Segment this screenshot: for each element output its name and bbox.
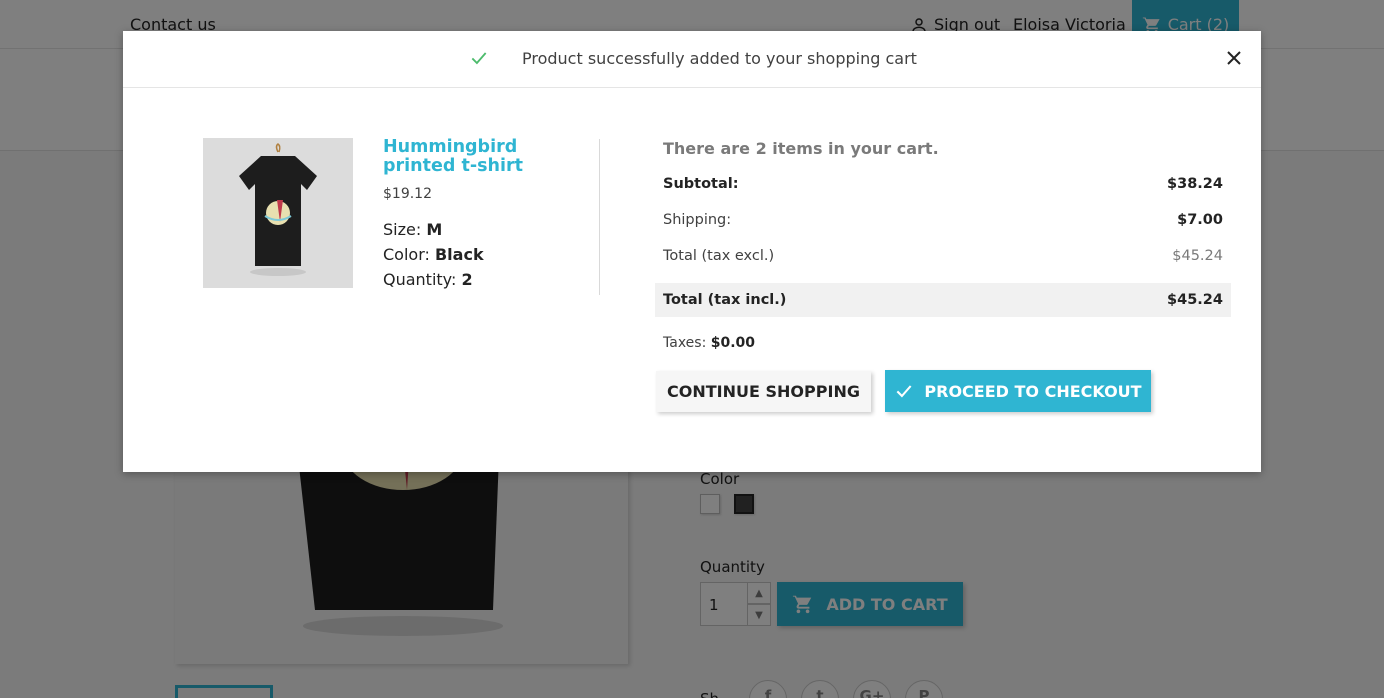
total-excl-row: Total (tax excl.) $45.24 <box>655 239 1231 273</box>
color-value: Black <box>434 245 484 264</box>
modal-title: Product successfully added to your shopp… <box>522 49 917 68</box>
total-excl-value: $45.24 <box>1172 248 1223 264</box>
divider <box>599 139 600 295</box>
cart-product-color: Color: Black <box>383 245 484 264</box>
subtotal-value: $38.24 <box>1167 176 1223 192</box>
subtotal-label: Subtotal: <box>663 176 739 192</box>
check-icon <box>897 385 912 398</box>
size-value: M <box>426 220 443 239</box>
total-incl-value: $45.24 <box>1167 292 1223 308</box>
total-incl-row: Total (tax incl.) $45.24 <box>655 283 1231 317</box>
cart-product-quantity: Quantity: 2 <box>383 270 473 289</box>
color-label: Color: <box>383 245 430 264</box>
cart-product-size: Size: M <box>383 220 442 239</box>
cart-product-price: $19.12 <box>383 186 432 202</box>
continue-shopping-button[interactable]: CONTINUE SHOPPING <box>656 371 871 412</box>
total-excl-label: Total (tax excl.) <box>663 248 775 264</box>
modal-header: Product successfully added to your shopp… <box>123 31 1261 88</box>
size-label: Size: <box>383 220 422 239</box>
close-button[interactable] <box>1223 47 1245 69</box>
shipping-value: $7.00 <box>1177 212 1223 228</box>
cart-product-name: Hummingbird printed t-shirt <box>383 137 523 176</box>
check-icon <box>471 52 487 65</box>
cart-product-image <box>203 138 353 288</box>
total-incl-label: Total (tax incl.) <box>663 292 787 308</box>
shipping-label: Shipping: <box>663 212 732 228</box>
close-icon <box>1227 51 1241 65</box>
cart-item-count: There are 2 items in your cart. <box>663 139 939 158</box>
quantity-label: Quantity: <box>383 270 457 289</box>
shipping-row: Shipping: $7.00 <box>655 203 1231 237</box>
taxes-value: $0.00 <box>710 335 756 351</box>
quantity-value: 2 <box>461 270 473 289</box>
taxes-label: Taxes: <box>663 335 707 351</box>
subtotal-row: Subtotal: $38.24 <box>655 167 1231 201</box>
proceed-to-checkout-label: PROCEED TO CHECKOUT <box>924 381 1142 401</box>
taxes-line: Taxes: $0.00 <box>663 335 755 351</box>
add-to-cart-modal: Product successfully added to your shopp… <box>123 31 1261 472</box>
proceed-to-checkout-button[interactable]: PROCEED TO CHECKOUT <box>885 370 1151 412</box>
